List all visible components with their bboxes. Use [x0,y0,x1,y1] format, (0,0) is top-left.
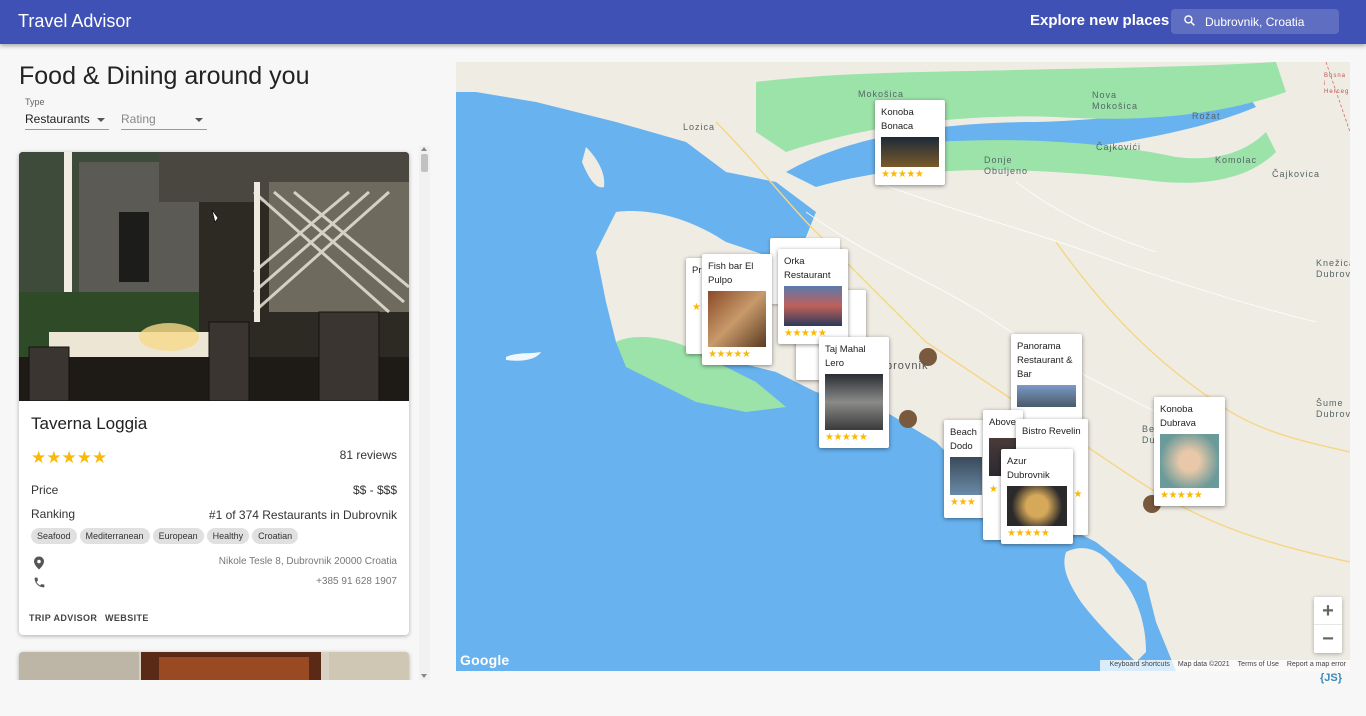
marker-name: Panorama Restaurant & Bar [1017,341,1073,380]
place-label: Šume Dubrova [1316,398,1350,419]
cuisine-chip: Healthy [206,528,250,544]
place-label: Lozica [683,122,716,132]
map-marker-card[interactable]: Azur Dubrovnik ★★★★★ [1001,449,1073,544]
marker-stars: ★★★★★ [1160,490,1203,501]
marker-stars: ★★★★★ [1007,528,1050,539]
trip-advisor-button[interactable]: TRIP ADVISOR [29,613,97,623]
marker-photo [825,374,883,430]
chevron-down-icon [195,118,203,122]
search-input[interactable] [1205,9,1335,34]
map-marker-card[interactable]: Konoba Bonaca ★★★★★ [875,100,945,185]
place-name: Taverna Loggia [31,414,148,433]
cuisine-chip: European [152,528,204,544]
map-data-text: Map data ©2021 [1177,661,1230,668]
cuisine-chip: Seafood [31,528,77,544]
chevron-down-icon [97,118,105,122]
map-marker-card[interactable]: Beach Dodo ★★★ [944,420,988,518]
marker-name: Fish bar El Pulpo [708,261,754,286]
marker-stars: ★★★★★ [825,432,868,443]
place-label: Bosna i Hercegovina [1324,73,1348,95]
restaurant-photo [19,652,409,680]
zoom-out-button[interactable]: − [1314,625,1342,653]
marker-name: Beach Dodo [950,427,977,452]
marker-photo [784,286,842,326]
restaurant-photo [19,152,409,401]
rating-select[interactable]: Rating [121,108,207,130]
js-mastery-badge: {JS} [1319,672,1343,684]
rating-select-value: Rating [121,112,156,126]
place-label: Donje Obuljeno [984,155,1029,176]
list-scrollbar[interactable] [419,146,430,680]
type-select-value: Restaurants [25,112,90,126]
cuisine-chip: Croatian [252,528,299,544]
place-label: brovnik [886,360,929,372]
marker-name: Konoba Dubrava [1160,404,1196,429]
marker-photo [1017,385,1076,407]
page-title: Food & Dining around you [19,62,310,90]
type-select[interactable]: Restaurants [25,108,109,130]
ranking-value: #1 of 374 Restaurants in Dubrovnik [208,508,397,522]
place-label: Nova Mokošica [1092,90,1139,111]
place-label: Rožat [1192,111,1221,121]
place-label: Čajkovica [1272,169,1321,179]
marker-stars: ★★★★★ [708,349,751,360]
cuisine-chip: Mediterranean [79,528,150,544]
marker-stars: ★★★★★ [881,169,924,180]
zoom-control: + − [1314,597,1342,653]
website-button[interactable]: WEBSITE [105,613,149,623]
rating-stars: ★★★★★ [31,448,108,467]
map-marker-card[interactable]: Konoba Dubrava ★★★★★ [1154,397,1225,506]
scroll-thumb[interactable] [421,154,428,172]
marker-photo [708,291,766,347]
marker-name: Konoba Bonaca [881,107,914,132]
place-label: Mokošica [858,89,905,99]
place-label: Čajkovići [1096,142,1142,152]
place-label: Komolac [1215,155,1258,165]
app-bar: Travel Advisor Explore new places [0,0,1366,44]
next-place-card [19,652,409,680]
marker-name: Azur Dubrovnik [1007,456,1050,481]
map-marker-card[interactable]: Fish bar El Pulpo ★★★★★ [702,254,772,365]
report-map-error-link[interactable]: Report a map error [1287,661,1346,668]
marker-photo [881,137,939,167]
terms-of-use-link[interactable]: Terms of Use [1238,661,1279,668]
keyboard-shortcuts-link[interactable]: Keyboard shortcuts [1110,661,1170,668]
place-card: Taverna Loggia ★★★★★ 81 reviews Price $$… [19,152,409,635]
marker-name: Taj Mahal Lero [825,344,866,369]
marker-stars: ★★★ [950,497,976,508]
price-label: Price [31,483,59,497]
explore-label: Explore new places [1030,12,1170,29]
map[interactable]: Mokošica Nova Mokošica Rožat Lozica Čajk… [456,62,1350,671]
cuisine-chips: Seafood Mediterranean European Healthy Croat… [31,526,301,544]
location-icon [34,556,44,570]
marker-photo [1160,434,1219,488]
place-list: Taverna Loggia ★★★★★ 81 reviews Price $$… [14,146,431,680]
search-box[interactable] [1171,9,1339,34]
review-count: 81 reviews [339,448,397,462]
google-logo: Google [460,652,510,668]
map-marker-card[interactable]: Taj Mahal Lero ★★★★★ [819,337,889,448]
marker-photo [1007,486,1067,526]
type-label: Type [25,97,45,107]
place-label: Knežica Dubrova [1316,258,1350,279]
marker-name: Orka Restaurant [784,256,831,281]
price-value: $$ - $$$ [352,483,397,497]
scroll-down-arrow[interactable] [421,674,427,678]
phone-text: +385 91 628 1907 [316,576,397,587]
zoom-in-button[interactable]: + [1314,597,1342,625]
search-icon [1184,15,1195,26]
app-title: Travel Advisor [18,11,132,31]
marker-name: Above Roofto Re [989,417,1017,428]
marker-photo [950,457,982,495]
map-attribution: Keyboard shortcuts Map data ©2021 Terms … [1099,660,1350,671]
phone-icon [34,577,45,588]
address-text: Nikole Tesle 8, Dubrovnik 20000 Croatia [218,556,397,567]
map-marker-card[interactable]: Orka Restaurant ★★★★★ [778,249,848,344]
ranking-label: Ranking [31,507,76,521]
scroll-up-arrow[interactable] [421,147,427,151]
